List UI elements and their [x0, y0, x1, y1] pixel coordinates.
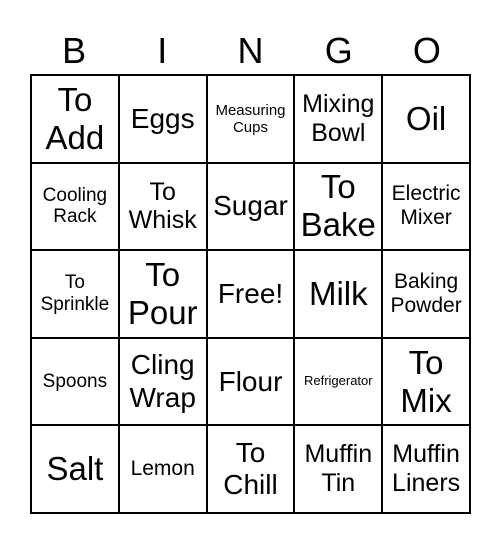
header-letter-n: N [237, 30, 264, 71]
bingo-cell[interactable]: Cling Wrap [118, 337, 207, 426]
bingo-cell[interactable]: To Pour [118, 250, 207, 338]
bingo-cell[interactable]: To Chill [206, 425, 295, 513]
bingo-cell[interactable]: Eggs [118, 75, 207, 163]
bingo-cell[interactable]: To Bake [294, 162, 383, 251]
bingo-cell[interactable]: Oil [382, 75, 470, 163]
bingo-cell[interactable]: Refrigerator [294, 337, 383, 426]
bingo-cell[interactable]: Measuring Cups [206, 75, 295, 163]
bingo-cell[interactable]: To Add [31, 75, 119, 163]
bingo-cell[interactable]: Flour [206, 337, 295, 426]
bingo-cell[interactable]: To Whisk [118, 162, 207, 251]
bingo-cell[interactable]: To Sprinkle [31, 250, 119, 338]
bingo-cell[interactable]: To Mix [382, 337, 470, 426]
bingo-cell[interactable]: Muffin Tin [294, 425, 383, 513]
bingo-cell[interactable]: Lemon [118, 425, 207, 513]
bingo-grid: To Add Eggs Measuring Cups Mixing Bowl O… [30, 74, 471, 514]
bingo-cell[interactable]: Sugar [206, 162, 295, 251]
bingo-cell[interactable]: Baking Powder [382, 250, 470, 338]
bingo-cell[interactable]: Mixing Bowl [294, 75, 383, 163]
bingo-cell[interactable]: Milk [294, 250, 383, 338]
header-letter-g: G [324, 30, 353, 71]
header-letter-o: O [412, 30, 441, 71]
bingo-cell[interactable]: Salt [31, 425, 119, 513]
header-letter-i: I [157, 30, 168, 71]
bingo-cell[interactable]: Muffin Liners [382, 425, 470, 513]
bingo-cell[interactable]: Spoons [31, 337, 119, 426]
header-letter-b: B [62, 30, 87, 71]
free-space-cell[interactable]: Free! [206, 250, 295, 338]
bingo-cell[interactable]: Electric Mixer [382, 162, 470, 251]
bingo-header: B I N G O [30, 28, 471, 74]
bingo-cell[interactable]: Cooling Rack [31, 162, 119, 251]
